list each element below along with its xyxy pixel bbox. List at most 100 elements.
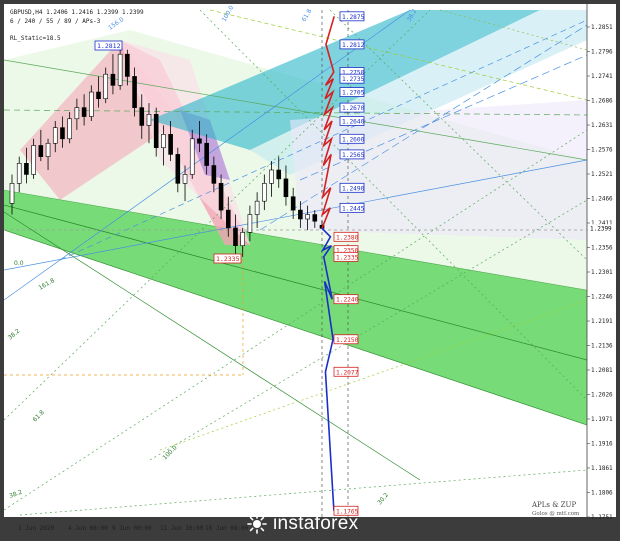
candle-body (60, 127, 65, 140)
candle-body (197, 138, 202, 144)
target-box: 1.2380 (333, 231, 359, 242)
svg-text:Golos @ mtf.com: Golos @ mtf.com (532, 510, 580, 517)
target-box: 1.2640 (339, 116, 365, 126)
target-box: 1.2735 (339, 73, 365, 84)
target-value: 1.2875 (342, 14, 365, 21)
target-box: 1.2705 (339, 87, 365, 97)
target-value: 1.2077 (336, 369, 359, 376)
candle-body (161, 134, 166, 149)
svg-text:1.2335: 1.2335 (216, 255, 240, 263)
candle-body (204, 142, 209, 166)
target-box: 1.2445 (339, 202, 365, 213)
target-value: 1.2705 (342, 90, 365, 97)
svg-text:1.2399: 1.2399 (590, 225, 612, 232)
target-value: 1.2335 (336, 254, 359, 261)
fork-label: 0.0 (14, 260, 24, 267)
target-value: 1.2380 (336, 234, 359, 241)
candle-body (146, 114, 152, 126)
price-tick-label: 1.1861 (591, 465, 613, 472)
candle-body (153, 114, 159, 149)
target-value: 1.2735 (342, 76, 365, 83)
price-tick-label: 1.2686 (591, 98, 613, 105)
candle-body (218, 183, 224, 211)
candle-body (103, 73, 109, 100)
pivot-low-label: 1.2335 (213, 253, 242, 264)
candle-body (9, 183, 15, 204)
candle-body (168, 134, 173, 155)
price-tick-label: 1.1916 (591, 441, 613, 448)
symbol-line: GBPUSD,H4 1.2406 1.2416 1.2399 1.2399 (10, 9, 144, 16)
instaforex-logo[interactable]: instaforex (247, 507, 358, 541)
candle-body (262, 183, 267, 202)
current-price-marker: 1.2399 (588, 224, 616, 233)
price-tick-label: 1.2081 (591, 367, 613, 374)
candle-body (247, 214, 253, 233)
target-value: 1.2490 (342, 185, 365, 192)
price-tick-label: 1.2631 (591, 122, 613, 129)
static-label: RL_Static=18.5 (10, 35, 61, 42)
candle-body (117, 53, 123, 86)
target-box: 1.2077 (333, 366, 359, 377)
candle-body (67, 118, 72, 140)
target-value: 1.2150 (336, 337, 359, 344)
candle-body (298, 209, 303, 220)
candle-body (16, 163, 22, 184)
price-tick-label: 1.2576 (591, 147, 613, 154)
indicator-line: 6 / 240 / 55 / 89 / APs-3 (10, 18, 101, 25)
target-value: 1.2600 (342, 136, 365, 143)
target-box: 1.2565 (339, 149, 365, 160)
time-tick-label: 11 Jun 16:00 (160, 525, 204, 532)
candle-body (132, 76, 137, 108)
target-box: 1.2335 (333, 251, 359, 262)
candle-body (110, 73, 116, 86)
candle-body (240, 232, 245, 247)
price-tick-label: 1.1971 (591, 416, 613, 423)
price-tick-label: 1.2851 (591, 24, 613, 31)
candle-body (225, 209, 231, 229)
time-tick-label: 1 Jun 2020 (18, 525, 55, 532)
time-tick-label: 16 Jun 08:00 (205, 525, 249, 532)
target-box: 1.2490 (339, 182, 365, 193)
candle-body (254, 200, 260, 215)
price-tick-label: 1.2246 (591, 294, 613, 301)
candle-body (24, 163, 29, 175)
target-box: 1.2670 (339, 102, 365, 113)
target-value: 1.2445 (342, 205, 365, 212)
price-tick-label: 1.2191 (591, 318, 613, 325)
price-tick-label: 1.2136 (591, 343, 613, 350)
candle-body (31, 145, 36, 175)
price-tick-label: 1.2521 (591, 171, 613, 178)
target-box: 1.2812 (339, 39, 365, 50)
price-tick-label: 1.2796 (591, 49, 613, 56)
candle-body (283, 178, 289, 198)
candle-body (52, 127, 58, 144)
price-tick-label: 1.1751 (591, 514, 613, 521)
target-value: 1.2640 (342, 118, 365, 125)
time-tick-label: 9 Jun 00:00 (112, 525, 152, 532)
price-tick-label: 1.1806 (591, 490, 613, 497)
candle-body (233, 227, 238, 247)
price-tick-label: 1.2026 (591, 392, 613, 399)
instaforex-logo-text: instaforex (273, 513, 359, 534)
candle-body (89, 91, 94, 117)
svg-text:1.2812: 1.2812 (97, 42, 121, 50)
candle-body (74, 107, 80, 120)
time-tick-label: 4 Jun 08:00 (68, 525, 108, 532)
price-axis: 1.2851 1.2796 1.2741 1.2686 1.2631 1.2576 1.25… (587, 24, 613, 521)
target-box: 1.2240 (333, 294, 359, 305)
lavender-zone (290, 100, 587, 240)
candle-body (189, 138, 195, 175)
candle-body (96, 91, 101, 100)
instaforex-logo-icon (247, 514, 267, 534)
candle-body (81, 107, 87, 117)
candle-body (305, 214, 310, 220)
price-chart[interactable]: 156.0 100.0 61.8 38.2 0.0 61.8 100.0 38.… (0, 0, 620, 540)
candle-body (312, 214, 318, 222)
candle-body (290, 196, 296, 211)
candle-body (139, 107, 145, 126)
candle-body (211, 165, 217, 184)
price-tick-label: 1.2301 (591, 269, 613, 276)
candle-body (45, 142, 51, 157)
target-value: 1.2565 (342, 152, 365, 159)
target-value: 1.2670 (342, 105, 365, 112)
